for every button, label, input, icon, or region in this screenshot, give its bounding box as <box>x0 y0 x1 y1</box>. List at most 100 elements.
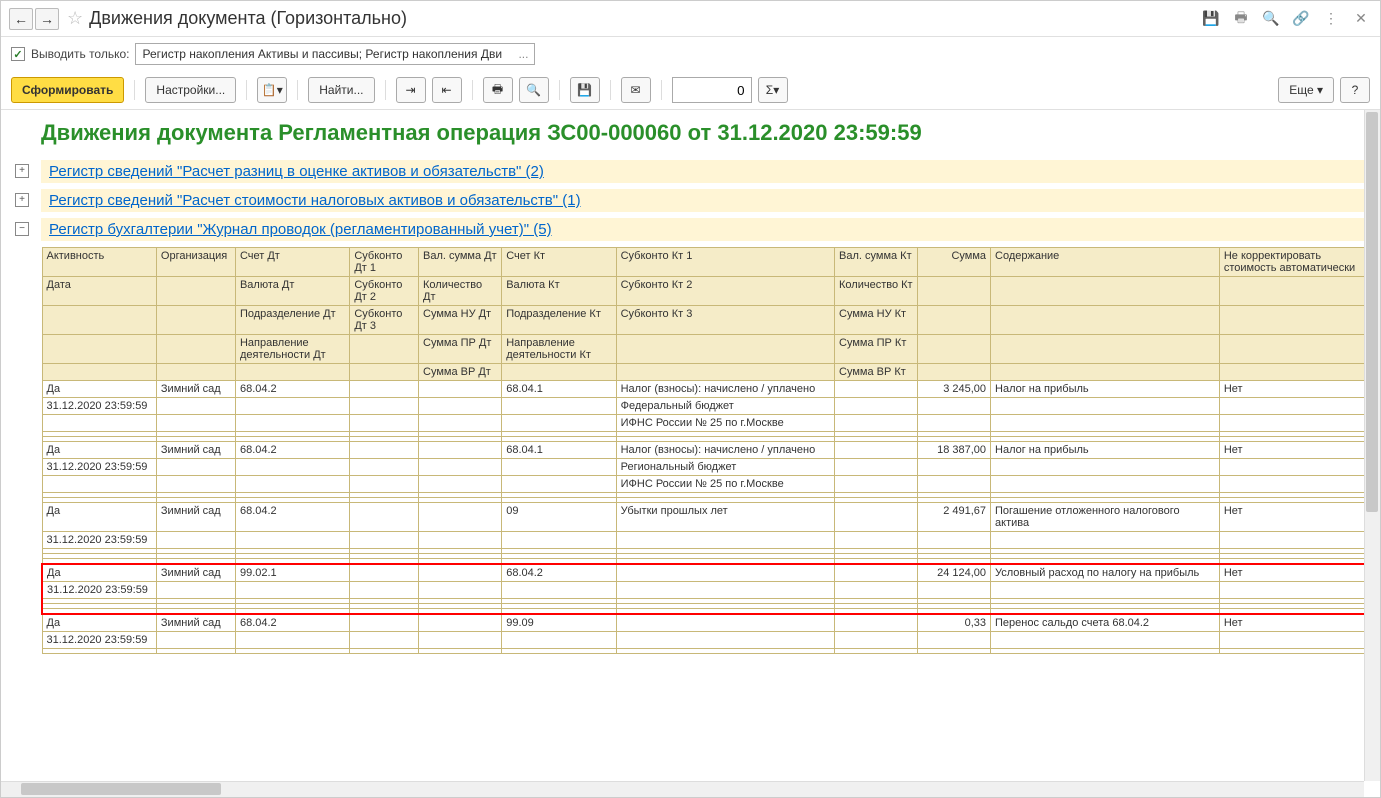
preview-icon[interactable]: 🔍 <box>1260 8 1282 30</box>
table-cell <box>1219 632 1365 649</box>
section-link-s2[interactable]: Регистр сведений "Расчет стоимости налог… <box>41 189 1366 212</box>
table-cell: Активность <box>42 248 156 277</box>
save-button[interactable]: 💾 <box>570 77 600 103</box>
expand-button-s2[interactable]: + <box>15 193 29 207</box>
table-cell <box>835 532 918 549</box>
table-cell: Подразделение Дт <box>235 306 349 335</box>
expand-button-s1[interactable]: + <box>15 164 29 178</box>
table-cell <box>235 415 349 432</box>
table-cell: Нет <box>1219 614 1365 632</box>
table-cell: Погашение отложенного налогового актива <box>991 503 1220 532</box>
table-cell <box>156 306 235 335</box>
table-cell <box>918 582 991 599</box>
table-cell: Нет <box>1219 381 1365 398</box>
nav-back-button[interactable]: ← <box>9 8 33 30</box>
table-cell <box>918 532 991 549</box>
table-cell <box>156 398 235 415</box>
table-cell <box>835 459 918 476</box>
table-cell <box>350 364 419 381</box>
table-cell <box>835 476 918 493</box>
table-cell: 99.09 <box>502 614 616 632</box>
table-cell: Налог (взносы): начислено / уплачено <box>616 381 834 398</box>
table-cell <box>835 442 918 459</box>
table-cell <box>419 415 502 432</box>
vertical-scrollbar[interactable] <box>1364 110 1380 781</box>
section-link-s1[interactable]: Регистр сведений "Расчет разниц в оценке… <box>41 160 1366 183</box>
table-cell: 24 124,00 <box>918 564 991 582</box>
table-cell: Зимний сад <box>156 564 235 582</box>
more-button[interactable]: Еще ▾ <box>1278 77 1334 103</box>
table-cell: 31.12.2020 23:59:59 <box>42 532 156 549</box>
table-cell <box>42 415 156 432</box>
table-cell <box>235 364 349 381</box>
table-cell: Субконто Дт 3 <box>350 306 419 335</box>
table-cell <box>918 415 991 432</box>
table-cell: 31.12.2020 23:59:59 <box>42 632 156 649</box>
table-cell <box>235 532 349 549</box>
table-cell <box>419 564 502 582</box>
find-button[interactable]: Найти... <box>308 77 374 103</box>
table-cell: Перенос сальдо счета 68.04.2 <box>991 614 1220 632</box>
filter-checkbox[interactable]: ✓ <box>11 47 25 61</box>
table-cell <box>835 632 918 649</box>
table-cell <box>616 632 834 649</box>
settings-button[interactable]: Настройки... <box>145 77 236 103</box>
table-cell <box>616 335 834 364</box>
table-cell: ИФНС России № 25 по г.Москве <box>616 476 834 493</box>
filter-input[interactable]: Регистр накопления Активы и пассивы; Рег… <box>135 43 535 65</box>
table-cell <box>1219 277 1365 306</box>
table-cell <box>350 649 419 654</box>
filter-bar: ✓ Выводить только: Регистр накопления Ак… <box>1 37 1380 71</box>
nav-forward-button[interactable]: → <box>35 8 59 30</box>
table-cell <box>502 459 616 476</box>
table-cell <box>835 649 918 654</box>
table-cell: Федеральный бюджет <box>616 398 834 415</box>
table-cell: Сумма ПР Кт <box>835 335 918 364</box>
table-cell <box>156 364 235 381</box>
table-cell <box>350 442 419 459</box>
table-cell <box>419 503 502 532</box>
table-cell: 68.04.1 <box>502 381 616 398</box>
table-cell <box>350 582 419 599</box>
more-icon[interactable]: ⋮ <box>1320 8 1342 30</box>
table-cell: Убытки прошлых лет <box>616 503 834 532</box>
expand-button[interactable]: ⇥ <box>396 77 426 103</box>
print-icon[interactable]: 🖶 <box>1230 8 1252 30</box>
table-cell: 18 387,00 <box>918 442 991 459</box>
table-cell <box>835 582 918 599</box>
table-cell <box>419 459 502 476</box>
journal-table: АктивностьОрганизацияСчет ДтСубконто Дт … <box>41 247 1366 654</box>
table-cell <box>991 277 1220 306</box>
table-cell <box>991 632 1220 649</box>
link-icon[interactable]: 🔗 <box>1290 8 1312 30</box>
mail-button[interactable]: ✉ <box>621 77 651 103</box>
favorite-star-icon[interactable]: ☆ <box>67 8 83 29</box>
sum-button[interactable]: Σ▾ <box>758 77 788 103</box>
table-cell <box>419 649 502 654</box>
table-cell <box>350 532 419 549</box>
horizontal-scrollbar[interactable] <box>1 781 1364 797</box>
preview-button[interactable]: 🔍 <box>519 77 549 103</box>
close-icon[interactable]: ✕ <box>1350 8 1372 30</box>
number-input[interactable] <box>672 77 752 103</box>
form-button[interactable]: Сформировать <box>11 77 124 103</box>
table-cell <box>42 306 156 335</box>
table-cell: Зимний сад <box>156 381 235 398</box>
filter-more-button[interactable]: ... <box>518 47 528 61</box>
help-button[interactable]: ? <box>1340 77 1370 103</box>
collapse-button-s3[interactable]: − <box>15 222 29 236</box>
table-cell <box>42 476 156 493</box>
table-cell <box>616 582 834 599</box>
table-cell <box>991 398 1220 415</box>
table-cell <box>991 335 1220 364</box>
table-cell: Направление деятельности Дт <box>235 335 349 364</box>
table-cell <box>616 614 834 632</box>
table-cell: 68.04.2 <box>502 564 616 582</box>
section-link-s3[interactable]: Регистр бухгалтерии "Журнал проводок (ре… <box>41 218 1366 241</box>
save-icon[interactable]: 💾 <box>1200 8 1222 30</box>
table-cell: Сумма ВР Кт <box>835 364 918 381</box>
collapse-button[interactable]: ⇤ <box>432 77 462 103</box>
print-button[interactable]: 🖶 <box>483 77 513 103</box>
paste-button[interactable]: 📋▾ <box>257 77 287 103</box>
content-area: Движения документа Регламентная операция… <box>1 110 1380 797</box>
